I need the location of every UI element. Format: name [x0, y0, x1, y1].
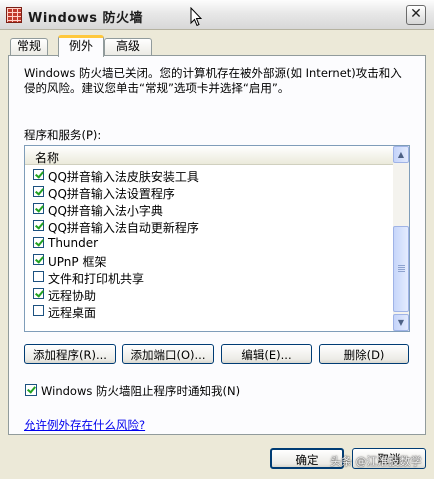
item-checkbox[interactable]: [33, 254, 44, 265]
delete-button[interactable]: 删除(D): [319, 344, 409, 364]
item-label: Thunder: [48, 236, 99, 250]
tab-general-label: 常规: [16, 39, 41, 53]
item-checkbox[interactable]: [33, 237, 44, 248]
close-button[interactable]: ✕: [406, 5, 426, 25]
column-header-label: 名称: [35, 151, 60, 165]
grip-icon: [398, 265, 405, 272]
mouse-cursor-icon: [190, 7, 202, 27]
add-port-button[interactable]: 添加端口(O)...: [122, 344, 214, 364]
item-label: QQ拼音输入法设置程序: [48, 187, 175, 201]
scrollbar-thumb[interactable]: [393, 226, 409, 312]
tab-exceptions-label: 例外: [68, 39, 93, 53]
risk-help-link[interactable]: 允许例外存在什么风险?: [24, 417, 145, 433]
scroll-up-button[interactable]: ▲: [393, 146, 409, 163]
programs-list[interactable]: 名称 QQ拼音输入法皮肤安装工具 QQ拼音输入法设置程序 QQ拼音输入法小字典 …: [24, 145, 410, 332]
firewall-icon: [6, 7, 22, 23]
window-title: Windows 防火墙: [28, 11, 144, 26]
item-checkbox[interactable]: [33, 271, 44, 282]
notify-checkbox[interactable]: [25, 384, 37, 396]
list-item[interactable]: QQ拼音输入法小字典: [25, 201, 393, 218]
edit-button[interactable]: 编辑(E)...: [221, 344, 312, 364]
item-checkbox[interactable]: [33, 305, 44, 316]
list-item[interactable]: 远程协助: [25, 286, 393, 303]
item-checkbox[interactable]: [33, 169, 44, 180]
item-checkbox[interactable]: [33, 220, 44, 231]
column-header-name[interactable]: 名称: [25, 146, 393, 165]
chevron-up-icon: ▲: [397, 150, 405, 159]
list-item[interactable]: 文件和打印机共享: [25, 269, 393, 286]
list-item[interactable]: QQ拼音输入法自动更新程序: [25, 218, 393, 235]
list-item[interactable]: 远程桌面: [25, 303, 393, 320]
item-label: 远程桌面: [48, 306, 97, 320]
item-checkbox[interactable]: [33, 186, 44, 197]
item-label: 文件和打印机共享: [48, 272, 145, 286]
item-label: 远程协助: [48, 289, 97, 303]
list-item[interactable]: UPnP 框架: [25, 252, 393, 269]
item-checkbox[interactable]: [33, 288, 44, 299]
vertical-scrollbar[interactable]: ▲ ▼: [393, 146, 409, 331]
title-bar: Windows 防火墙 ✕: [0, 0, 434, 30]
item-label: QQ拼音输入法皮肤安装工具: [48, 170, 199, 184]
chevron-down-icon: ▼: [397, 318, 405, 327]
watermark-text: 头条 @江淮技数学: [330, 455, 422, 468]
add-program-button[interactable]: 添加程序(R)...: [24, 344, 116, 364]
scroll-down-button[interactable]: ▼: [393, 314, 409, 331]
tab-exceptions[interactable]: 例外: [58, 35, 104, 57]
tab-advanced-label: 高级: [115, 39, 140, 53]
list-item[interactable]: QQ拼音输入法设置程序: [25, 184, 393, 201]
list-item[interactable]: Thunder: [25, 235, 393, 252]
close-icon: ✕: [410, 6, 422, 22]
programs-label: 程序和服务(P):: [24, 128, 102, 142]
firewall-off-notice: Windows 防火墙已关闭。您的计算机存在被外部源(如 Internet)攻击…: [24, 66, 402, 95]
tab-general[interactable]: 常规: [10, 38, 48, 55]
item-label: UPnP 框架: [48, 255, 107, 269]
item-label: QQ拼音输入法小字典: [48, 204, 163, 218]
list-item[interactable]: QQ拼音输入法皮肤安装工具: [25, 167, 393, 184]
notify-label: Windows 防火墙阻止程序时通知我(N): [41, 384, 241, 398]
item-label: QQ拼音输入法自动更新程序: [48, 221, 199, 235]
tab-advanced[interactable]: 高级: [104, 38, 152, 55]
item-checkbox[interactable]: [33, 203, 44, 214]
